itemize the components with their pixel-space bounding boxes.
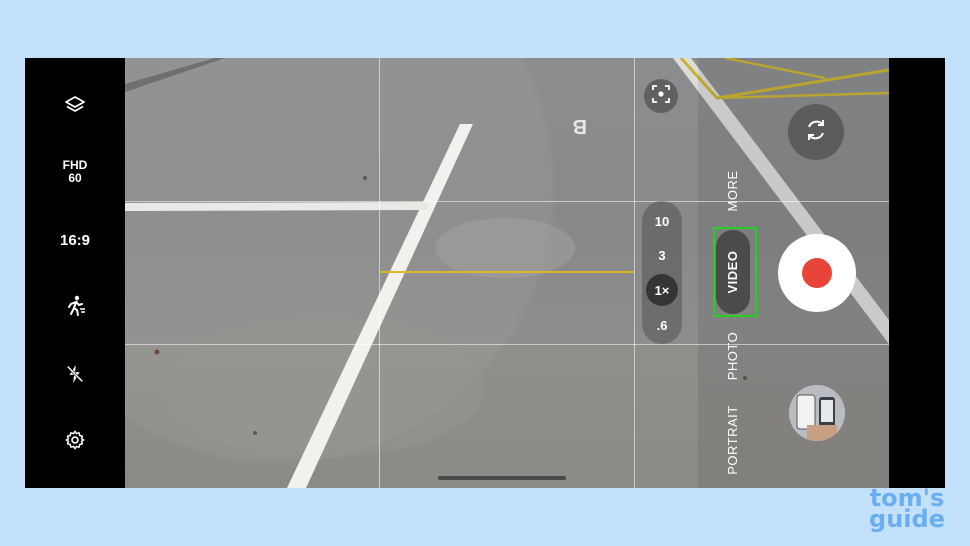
motion-running-icon — [63, 294, 87, 318]
ground-marking: B — [573, 115, 587, 137]
camera-app: FHD 60 16:9 B 10 3 1× .6 MORE VIDEO PHOT… — [25, 58, 945, 488]
mode-photo[interactable]: PHOTO — [725, 311, 741, 401]
right-bezel — [889, 58, 945, 488]
gear-icon — [64, 429, 86, 451]
zoom-option-1x[interactable]: 1× — [646, 274, 678, 306]
auto-framing-button[interactable] — [644, 79, 678, 113]
motion-button[interactable] — [25, 292, 125, 320]
record-dot — [802, 258, 832, 288]
video-highlight-box — [713, 227, 757, 317]
settings-button[interactable] — [25, 426, 125, 454]
mode-portrait[interactable]: PORTRAIT — [725, 395, 741, 485]
switch-camera-button[interactable] — [788, 104, 844, 160]
zoom-selector: 10 3 1× .6 — [642, 201, 682, 344]
flash-button[interactable] — [25, 360, 125, 388]
record-button[interactable] — [778, 234, 856, 312]
left-control-rail: FHD 60 16:9 — [25, 58, 125, 488]
aspect-ratio-label: 16:9 — [59, 231, 91, 249]
zoom-option-3[interactable]: 3 — [642, 240, 682, 270]
filters-button[interactable] — [25, 92, 125, 120]
mode-more[interactable]: MORE — [725, 146, 741, 236]
gallery-thumbnail[interactable] — [789, 385, 845, 441]
thumbnail-image — [789, 385, 845, 441]
toms-guide-logo: tom's guide — [852, 486, 962, 538]
zoom-option-10[interactable]: 10 — [642, 206, 682, 236]
aspect-ratio-button[interactable]: 16:9 — [25, 228, 125, 252]
fps-label: 60 — [68, 171, 82, 185]
grid-line — [125, 201, 889, 202]
level-indicator — [379, 271, 634, 273]
scan-focus-icon — [652, 84, 670, 108]
home-indicator — [438, 476, 566, 480]
flash-off-icon — [64, 363, 86, 385]
viewfinder[interactable]: B 10 3 1× .6 MORE VIDEO PHOTO PORTRAIT — [125, 58, 889, 488]
logo-line-2: guide — [869, 505, 945, 533]
grid-line — [125, 344, 889, 345]
zoom-option-0-6[interactable]: .6 — [642, 310, 682, 340]
video-resolution-button[interactable]: FHD 60 — [25, 156, 125, 188]
grid-line — [379, 58, 380, 488]
layers-icon — [63, 94, 87, 118]
camera-flip-icon — [802, 116, 830, 149]
grid-line — [634, 58, 635, 488]
